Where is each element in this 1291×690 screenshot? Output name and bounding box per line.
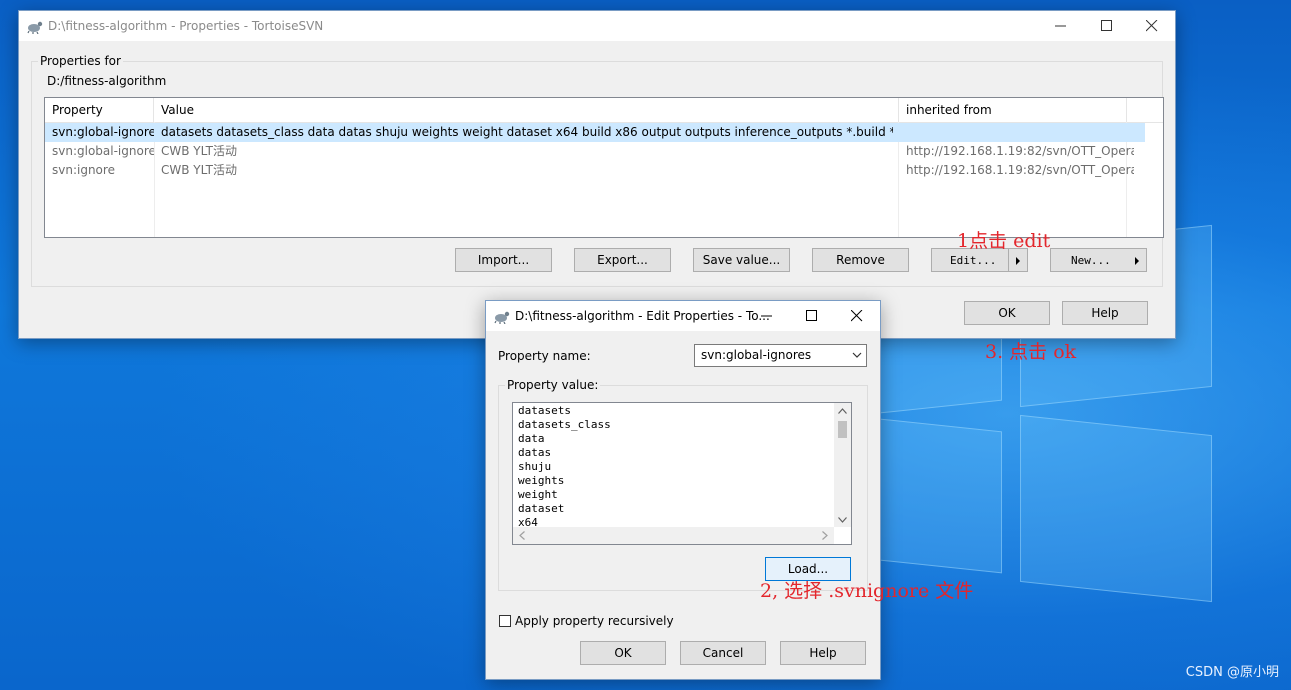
scroll-right-arrow-icon[interactable]	[822, 531, 828, 540]
chevron-down-icon	[852, 352, 862, 358]
properties-list[interactable]: Property Value inherited from svn:global…	[44, 97, 1164, 238]
cell-inherited: http://192.168.1.19:82/svn/OTT_Operator	[906, 163, 1134, 177]
property-name-combobox[interactable]: svn:global-ignores	[694, 344, 867, 367]
ok-button[interactable]: OK	[964, 301, 1050, 325]
close-button[interactable]	[834, 301, 880, 331]
dialog-ok-button[interactable]: OK	[580, 641, 666, 665]
horizontal-scrollbar[interactable]	[513, 527, 834, 544]
new-dropdown-arrow[interactable]	[1128, 249, 1146, 271]
cell-property: svn:ignore	[52, 163, 115, 177]
help-button[interactable]: Help	[1062, 301, 1148, 325]
dialog-help-button[interactable]: Help	[780, 641, 866, 665]
column-header-value[interactable]: Value	[154, 98, 899, 122]
vertical-scrollbar[interactable]	[834, 403, 851, 527]
edit-properties-dialog: D:\fitness-algorithm - Edit Properties -…	[485, 300, 881, 680]
cell-property: svn:global-ignores	[52, 144, 154, 158]
dialog-cancel-button[interactable]: Cancel	[680, 641, 766, 665]
cell-value: CWB YLT活动	[161, 163, 237, 177]
import-button[interactable]: Import...	[455, 248, 552, 272]
edit-dialog-title: D:\fitness-algorithm - Edit Properties -…	[515, 309, 770, 323]
scroll-up-arrow-icon[interactable]	[838, 408, 847, 414]
list-header: Property Value inherited from	[45, 98, 1163, 123]
minimize-button[interactable]	[744, 301, 790, 331]
properties-title: D:\fitness-algorithm - Properties - Tort…	[48, 19, 324, 33]
edit-dialog-titlebar[interactable]: D:\fitness-algorithm - Edit Properties -…	[486, 301, 880, 331]
working-copy-path: D:/fitness-algorithm	[47, 74, 167, 88]
scroll-left-arrow-icon[interactable]	[519, 531, 525, 540]
properties-titlebar[interactable]: D:\fitness-algorithm - Properties - Tort…	[19, 11, 1175, 41]
property-value-lines: datasets datasets_class data datas shuju…	[518, 404, 611, 530]
tortoisesvn-icon	[494, 311, 510, 324]
value-line: weights	[518, 474, 565, 487]
scroll-down-arrow-icon[interactable]	[838, 517, 847, 523]
cell-value: datasets datasets_class data datas shuju…	[161, 125, 893, 139]
annotation-step1: 1点击 edit	[957, 230, 1051, 252]
close-button[interactable]	[1129, 11, 1175, 41]
table-row[interactable]: svn:ignore CWB YLT活动 http://192.168.1.19…	[45, 161, 1163, 180]
value-line: datasets_class	[518, 418, 611, 431]
property-value-textarea[interactable]: datasets datasets_class data datas shuju…	[512, 402, 852, 545]
property-value-label: Property value:	[505, 378, 601, 392]
value-line: datasets	[518, 404, 571, 417]
save-value-button[interactable]: Save value...	[693, 248, 790, 272]
column-header-property[interactable]: Property	[45, 98, 154, 122]
cell-property: svn:global-ignores	[52, 125, 154, 139]
cell-inherited: http://192.168.1.19:82/svn/OTT_Operator	[906, 144, 1134, 158]
tortoisesvn-icon	[27, 21, 43, 34]
remove-button[interactable]: Remove	[812, 248, 909, 272]
new-button-label: New...	[1071, 254, 1111, 267]
edit-button-label: Edit...	[950, 254, 997, 267]
value-line: dataset	[518, 502, 565, 515]
annotation-step2: 2, 选择 .svnignore 文件	[760, 580, 974, 602]
new-split-button[interactable]: New...	[1050, 248, 1147, 272]
properties-for-label: Properties for	[38, 54, 123, 68]
property-name-label: Property name:	[498, 349, 591, 363]
maximize-button[interactable]	[1084, 11, 1130, 41]
cell-inherited	[899, 123, 1124, 142]
cell-value: CWB YLT活动	[161, 144, 237, 158]
table-row[interactable]: svn:global-ignores datasets datasets_cla…	[45, 123, 1145, 142]
properties-window: D:\fitness-algorithm - Properties - Tort…	[18, 10, 1176, 339]
minimize-button[interactable]	[1038, 11, 1084, 41]
value-line: shuju	[518, 460, 552, 473]
apply-recursively-checkbox[interactable]	[499, 615, 511, 627]
apply-recursively-label[interactable]: Apply property recursively	[515, 614, 674, 628]
property-name-value: svn:global-ignores	[701, 348, 812, 362]
value-line: weight	[518, 488, 558, 501]
value-line: data	[518, 432, 545, 445]
csdn-watermark: CSDN @原小明	[1185, 665, 1279, 680]
value-line: datas	[518, 446, 552, 459]
table-row[interactable]: svn:global-ignores CWB YLT活动 http://192.…	[45, 142, 1163, 161]
annotation-step3: 3. 点击 ok	[985, 341, 1077, 363]
export-button[interactable]: Export...	[574, 248, 671, 272]
maximize-button[interactable]	[789, 301, 835, 331]
column-header-inherited[interactable]: inherited from	[899, 98, 1127, 122]
scrollbar-thumb[interactable]	[838, 421, 847, 438]
